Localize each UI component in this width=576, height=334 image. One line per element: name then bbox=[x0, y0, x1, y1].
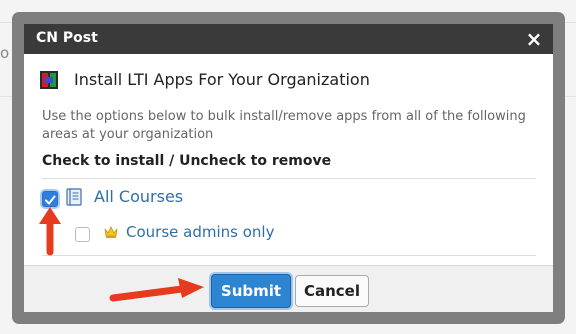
options-subheading: Check to install / Uncheck to remove bbox=[42, 153, 332, 169]
background-text-fragment: o bbox=[0, 44, 10, 62]
crown-icon bbox=[104, 226, 118, 238]
dialog-description: Use the options below to bulk install/re… bbox=[42, 109, 526, 142]
dialog-heading: Install LTI Apps For Your Organization bbox=[74, 70, 370, 89]
all-courses-label[interactable]: All Courses bbox=[94, 187, 183, 206]
cancel-button[interactable]: Cancel bbox=[295, 275, 369, 307]
course-admins-checkbox[interactable] bbox=[75, 227, 90, 242]
lti-app-icon bbox=[40, 71, 58, 89]
submit-button[interactable]: Submit bbox=[211, 274, 291, 308]
course-book-icon bbox=[66, 188, 82, 206]
install-apps-dialog: CN Post × Install LTI Apps For Your Orga… bbox=[24, 24, 553, 312]
checkmark-icon bbox=[45, 195, 56, 205]
dialog-title: CN Post bbox=[36, 30, 98, 46]
course-admins-label[interactable]: Course admins only bbox=[126, 223, 274, 241]
all-courses-checkbox[interactable] bbox=[42, 191, 58, 207]
divider bbox=[42, 255, 536, 256]
divider bbox=[42, 178, 536, 179]
dialog-titlebar: CN Post × bbox=[24, 24, 553, 54]
close-icon[interactable]: × bbox=[523, 27, 545, 51]
